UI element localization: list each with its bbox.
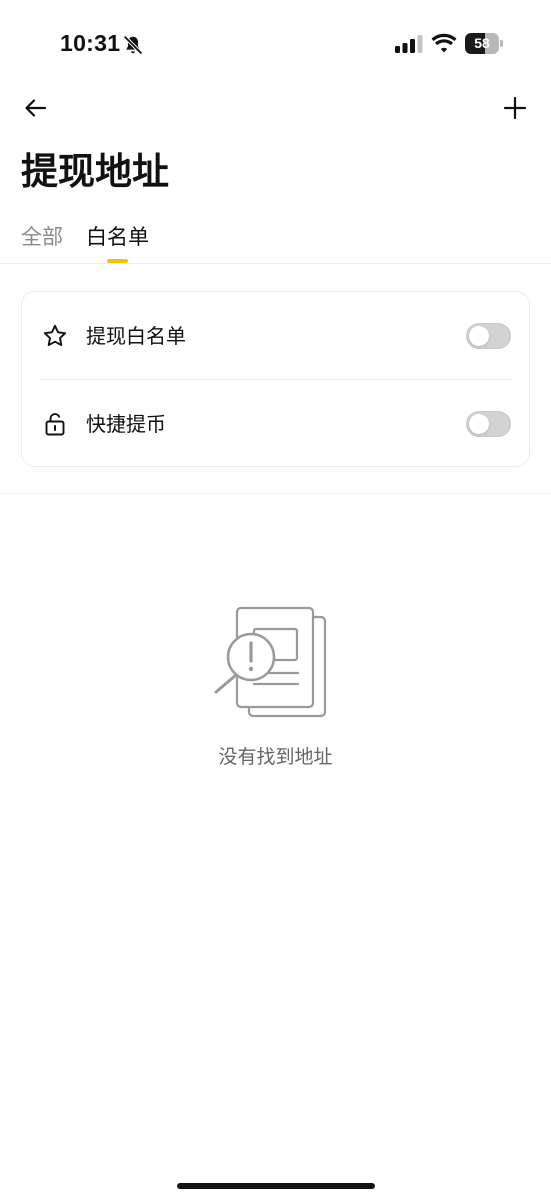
setting-label-quick-withdraw: 快捷提币 (86, 412, 166, 436)
section-divider (0, 493, 551, 494)
add-address-button[interactable] (499, 92, 531, 124)
tabs-divider (0, 263, 551, 264)
battery-percent: 58 (474, 35, 490, 51)
page-title: 提现地址 (21, 150, 169, 193)
tab-all[interactable]: 全部 (21, 222, 63, 252)
setting-label-withdraw-whitelist: 提现白名单 (86, 324, 186, 348)
unlock-icon (45, 413, 65, 436)
back-button[interactable] (20, 92, 52, 124)
status-time: 10:31 (60, 30, 121, 56)
setting-row-withdraw-whitelist: 提现白名单 (22, 292, 529, 379)
tab-whitelist[interactable]: 白名单 (86, 222, 149, 252)
plus-icon (503, 96, 527, 120)
withdraw-whitelist-toggle[interactable] (466, 323, 511, 349)
arrow-left-icon (25, 99, 47, 117)
whitelist-settings-card: 提现白名单 快捷提币 (21, 291, 530, 467)
empty-state-message: 没有找到地址 (218, 746, 333, 768)
setting-row-quick-withdraw: 快捷提币 (22, 380, 529, 467)
toggle-knob (469, 414, 489, 434)
status-bar: 10:31 58 (0, 0, 551, 90)
document-search-icon (214, 606, 327, 718)
home-indicator[interactable] (177, 1183, 375, 1189)
toggle-knob (469, 326, 489, 346)
quick-withdraw-toggle[interactable] (466, 411, 511, 437)
cellular-signal-icon (395, 35, 423, 53)
star-icon (43, 324, 67, 347)
withdraw-address-screen: 10:31 58 提现地址 全部 白名单 提现白名单 快捷提币 没有找到地址 (0, 0, 551, 1200)
battery-icon: 58 (465, 33, 505, 54)
wifi-icon (431, 33, 457, 53)
mute-bell-icon (123, 35, 143, 55)
